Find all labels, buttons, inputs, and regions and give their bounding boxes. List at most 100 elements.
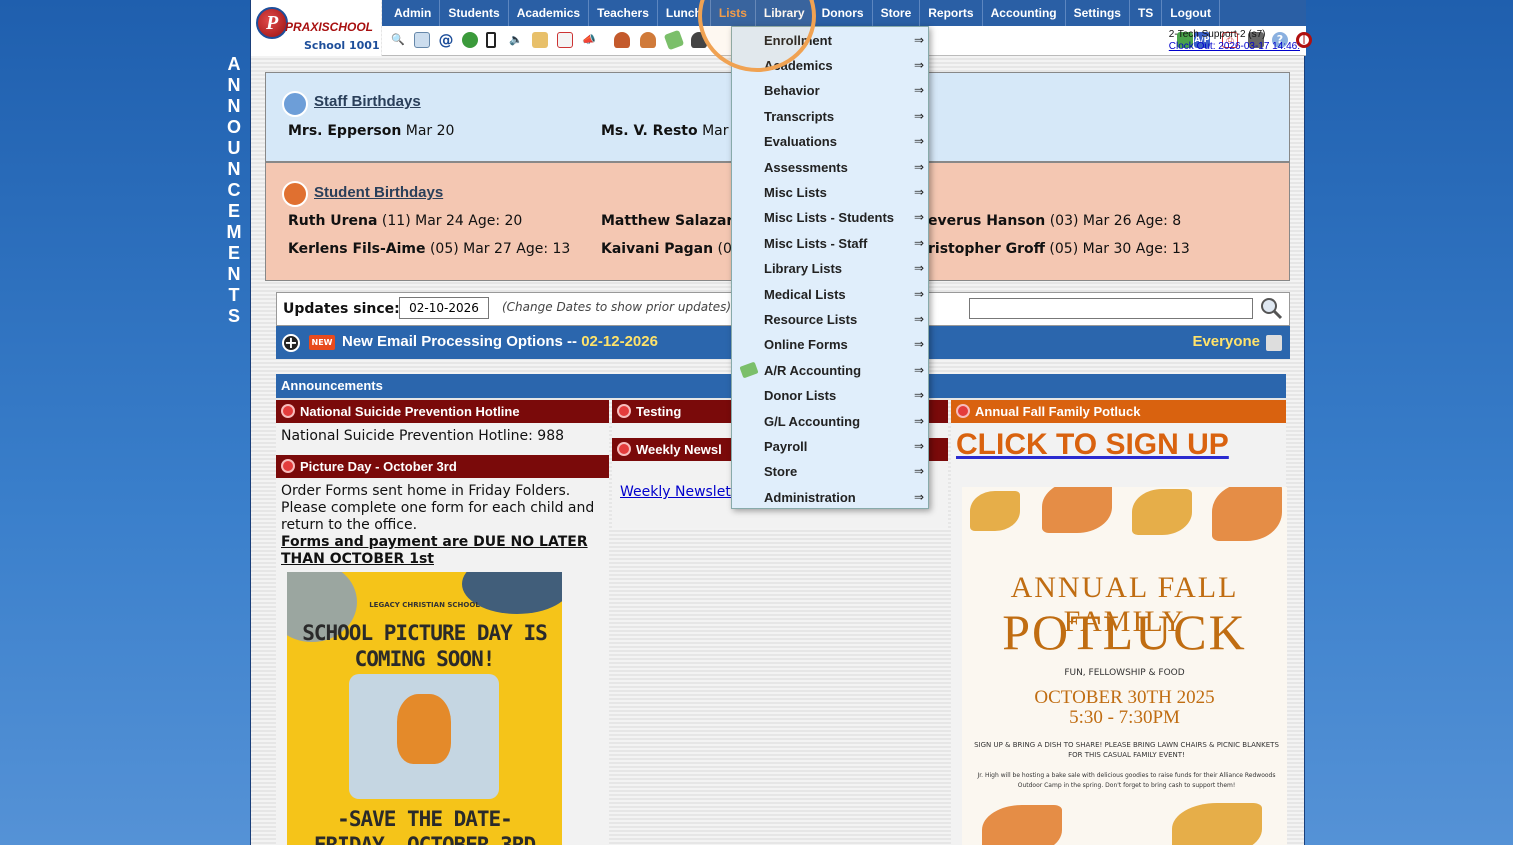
new-badge: NEW (309, 335, 335, 350)
menu-item-misc-lists[interactable]: Misc Lists ⇒ (732, 180, 930, 205)
menu-item-g-l-accounting[interactable]: G/L Accounting ⇒ (732, 409, 930, 434)
calendar-icon[interactable] (557, 32, 573, 48)
submenu-arrow-icon: ⇒ (913, 210, 924, 224)
vertical-letter: E (227, 243, 240, 263)
submenu-arrow-icon: ⇒ (913, 160, 924, 174)
submenu-arrow-icon: ⇒ (913, 109, 924, 123)
announcement-header[interactable]: Picture Day - October 3rd (276, 455, 609, 478)
menu-item-assessments[interactable]: Assessments ⇒ (732, 155, 930, 180)
praxischool-logo[interactable]: P PRAXISCHOOL School 1001 (251, 0, 381, 56)
nav-students[interactable]: Students (440, 0, 509, 26)
menu-item-store[interactable]: Store ⇒ (732, 459, 930, 484)
menu-item-academics[interactable]: Academics ⇒ (732, 53, 930, 78)
money-icon[interactable] (663, 29, 685, 51)
menu-item-label: Store (764, 464, 798, 479)
menu-item-label: Enrollment (764, 33, 832, 48)
menu-item-misc-lists-staff[interactable]: Misc Lists - Staff ⇒ (732, 231, 930, 256)
phone-icon[interactable] (486, 32, 496, 48)
nav-admin[interactable]: Admin (386, 0, 441, 26)
potluck-poster[interactable]: ANNUAL FALL FAMILY POTLUCK FUN, FELLOWSH… (962, 487, 1287, 845)
pin-icon (617, 404, 631, 418)
announcements-vertical-label: ANNOUNCEMENTS (222, 54, 246, 327)
menu-item-label: Academics (764, 58, 833, 73)
menu-item-online-forms[interactable]: Online Forms ⇒ (732, 332, 930, 357)
teacher-icon[interactable] (614, 32, 630, 48)
clock-out-link[interactable]: Clock Out: 2026-03-17 14:46: (1169, 41, 1300, 53)
menu-item-transcripts[interactable]: Transcripts ⇒ (732, 104, 930, 129)
menu-item-payroll[interactable]: Payroll ⇒ (732, 434, 930, 459)
speaker-icon[interactable]: 🔈 (508, 32, 524, 48)
nav-academics[interactable]: Academics (509, 0, 590, 26)
student-birthday-item: Matthew Salazar ( (601, 213, 743, 229)
search-input[interactable] (969, 298, 1253, 319)
updates-date-input[interactable] (399, 297, 489, 319)
user-icon[interactable] (691, 32, 707, 48)
announcement-header[interactable]: National Suicide Prevention Hotline (276, 400, 609, 423)
nav-library[interactable]: Library (756, 0, 814, 26)
news-title[interactable]: New Email Processing Options -- 02-12-20… (342, 333, 658, 350)
top-nav: Admin Students Academics Teachers Lunch Lists… (382, 0, 1306, 26)
calendar-grid-icon[interactable] (414, 32, 430, 48)
nav-settings[interactable]: Settings (1066, 0, 1130, 26)
menu-item-behavior[interactable]: Behavior ⇒ (732, 78, 930, 103)
print-icon[interactable] (1266, 335, 1282, 351)
leaf-decoration (1132, 489, 1192, 535)
nav-lunch[interactable]: Lunch (658, 0, 711, 26)
expand-icon[interactable]: + (282, 334, 300, 352)
student-icon[interactable] (640, 32, 656, 48)
vertical-letter: A (227, 54, 241, 74)
nav-ts[interactable]: TS (1130, 0, 1163, 26)
poster-school: LEGACY CHRISTIAN SCHOOL (369, 601, 480, 609)
user-name: 2-Tech Support-2 (s7) (1168, 29, 1266, 40)
nav-store[interactable]: Store (873, 0, 921, 26)
menu-item-resource-lists[interactable]: Resource Lists ⇒ (732, 307, 930, 332)
newsletter-link[interactable]: Weekly Newslette (620, 484, 745, 501)
menu-item-enrollment[interactable]: Enrollment ⇒ (732, 28, 930, 53)
email-icon[interactable]: @ (438, 32, 454, 48)
search-icon[interactable] (1259, 296, 1283, 320)
announcement-header[interactable]: Annual Fall Family Potluck (951, 400, 1286, 423)
poster-title-large: POTLUCK (1002, 604, 1247, 660)
poster-note: Jr. High will be hosting a bake sale wit… (977, 772, 1276, 789)
updates-hint: (Change Dates to show prior updates) (502, 300, 732, 314)
menu-item-administration[interactable]: Administration ⇒ (732, 485, 930, 510)
leaf-decoration (982, 805, 1062, 845)
pin-icon (281, 404, 295, 418)
vertical-letter: S (227, 306, 240, 326)
menu-item-misc-lists-students[interactable]: Misc Lists - Students ⇒ (732, 205, 930, 230)
picture-day-poster[interactable]: LEGACY CHRISTIAN SCHOOL SCHOOL PICTURE D… (287, 572, 562, 845)
submenu-arrow-icon: ⇒ (913, 83, 924, 97)
nav-accounting[interactable]: Accounting (983, 0, 1066, 26)
cake-icon (282, 91, 308, 117)
nav-logout[interactable]: Logout (1162, 0, 1220, 26)
nav-donors[interactable]: Donors (814, 0, 873, 26)
menu-item-label: G/L Accounting (764, 414, 861, 429)
menu-item-label: Transcripts (764, 109, 835, 124)
chat-icon[interactable] (462, 32, 478, 48)
menu-item-label: Misc Lists (764, 185, 827, 200)
menu-item-label: Administration (764, 490, 856, 505)
lion-illustration (397, 694, 451, 764)
search-icon[interactable]: 🔍 (390, 32, 406, 48)
menu-item-a-r-accounting[interactable]: A/R Accounting ⇒ (732, 358, 930, 383)
nav-teachers[interactable]: Teachers (589, 0, 658, 26)
student-birthdays-title[interactable]: Student Birthdays (314, 184, 443, 201)
nav-lists[interactable]: Lists (711, 0, 756, 26)
menu-item-donor-lists[interactable]: Donor Lists ⇒ (732, 383, 930, 408)
menu-item-evaluations[interactable]: Evaluations ⇒ (732, 129, 930, 154)
document-icon[interactable] (532, 32, 548, 48)
leaf-decoration (1212, 487, 1282, 541)
nav-reports[interactable]: Reports (920, 0, 983, 26)
menu-item-label: Misc Lists - Students (764, 210, 895, 225)
staff-birthday-item: Ms. V. Resto Mar 31 (601, 123, 751, 139)
sign-up-link[interactable]: CLICK TO SIGN UP (956, 428, 1229, 462)
poster-tagline: FUN, FELLOWSHIP & FOOD (1064, 668, 1185, 678)
megaphone-icon[interactable]: 📣 (581, 32, 597, 48)
user-info: 2-Tech Support-2 (s7) Clock Out: 2026-03… (1169, 29, 1300, 53)
poster-date: OCTOBER 30TH 2025 5:30 - 7:30PM (1034, 687, 1215, 728)
menu-item-medical-lists[interactable]: Medical Lists ⇒ (732, 282, 930, 307)
menu-item-library-lists[interactable]: Library Lists ⇒ (732, 256, 930, 281)
vertical-letter: T (228, 285, 240, 305)
staff-birthdays-title[interactable]: Staff Birthdays (314, 93, 421, 110)
submenu-arrow-icon: ⇒ (913, 490, 924, 504)
